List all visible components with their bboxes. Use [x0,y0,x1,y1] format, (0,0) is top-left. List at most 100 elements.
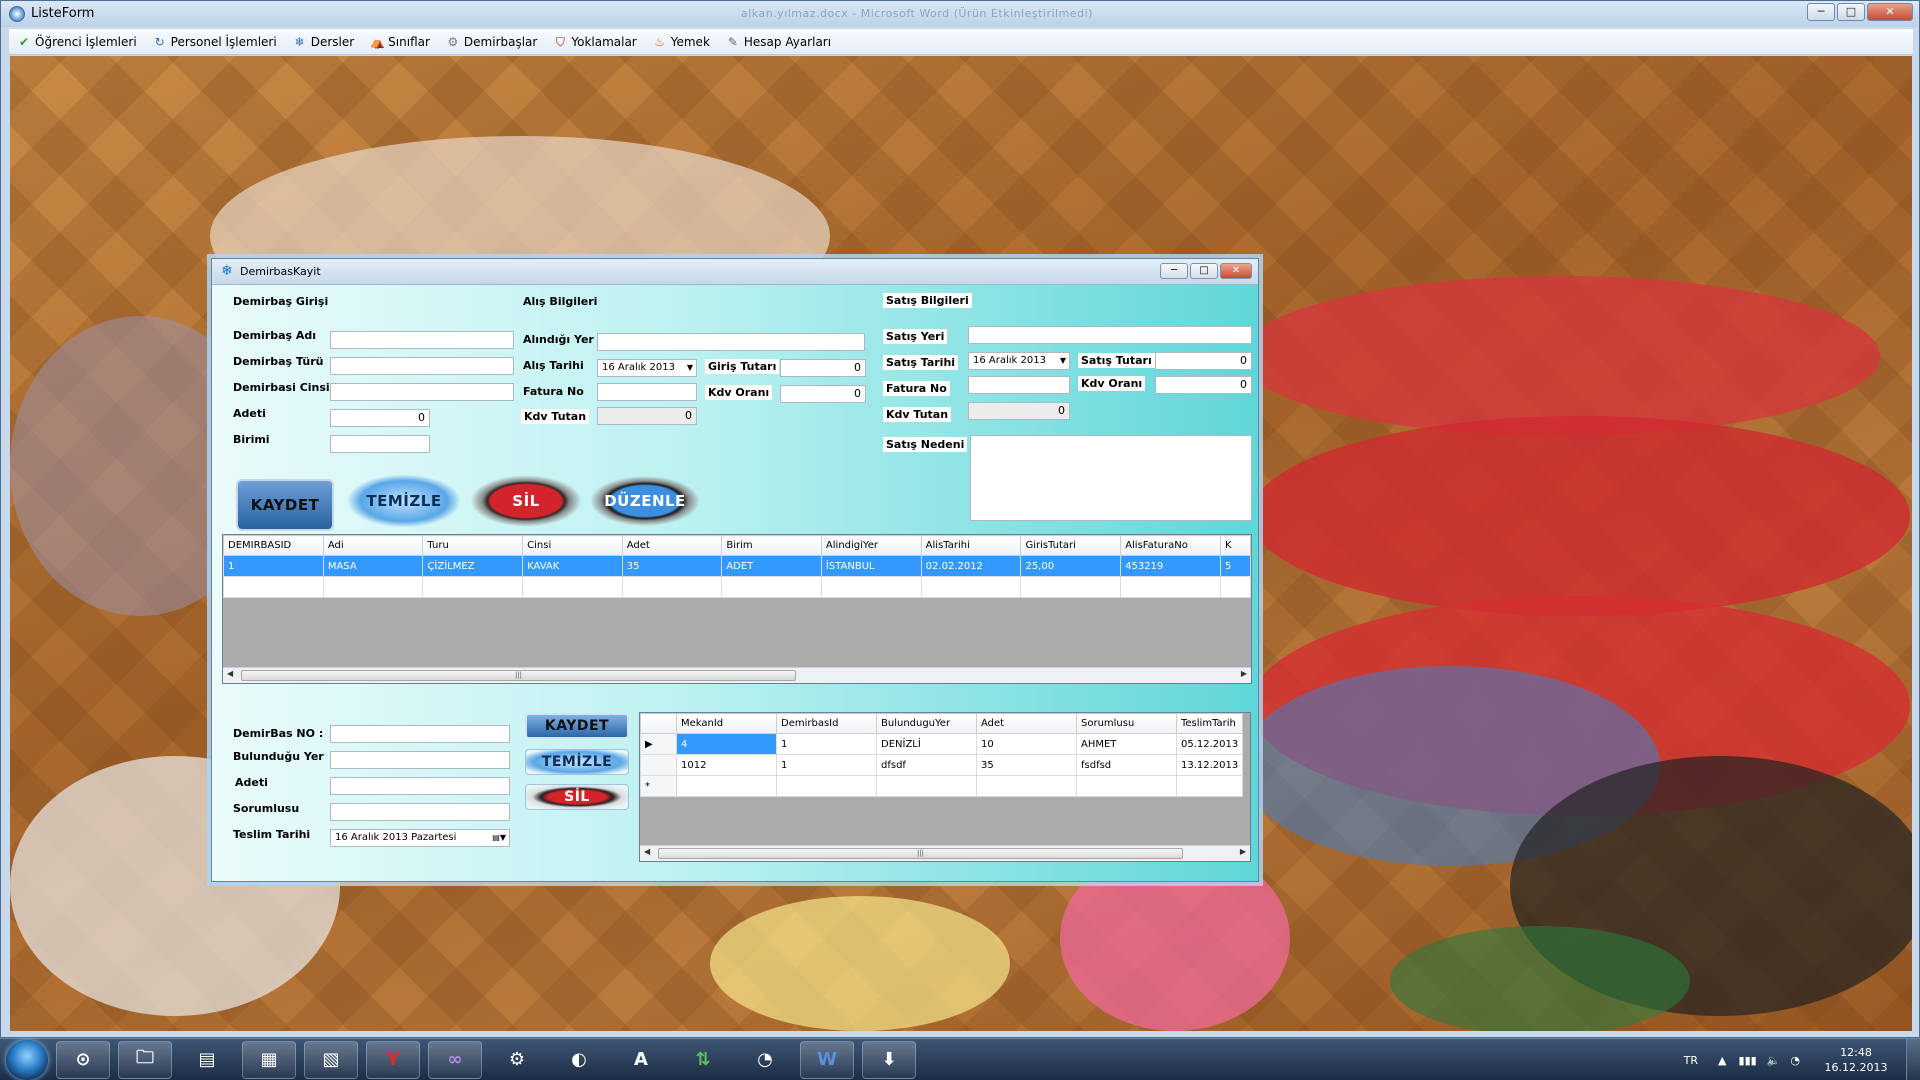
mekan-kaydet-button[interactable]: KAYDET [525,713,629,739]
table-cell[interactable] [676,775,777,797]
demirbas-grid[interactable]: DEMIRBASID Adi Turu Cinsi Adet Birim Ali… [222,534,1252,684]
circle-app-icon[interactable]: ◐ [552,1041,606,1079]
network-icon[interactable]: ▮▮▮ [1739,1054,1757,1067]
duzenle-button[interactable]: DÜZENLE [588,475,702,527]
row-indicator[interactable]: * [640,775,677,797]
column-header[interactable]: Adi [322,535,424,556]
row-indicator[interactable]: ▶ [640,733,677,755]
table-cell[interactable]: 453219 [1120,555,1221,577]
table-cell[interactable]: AHMET [1076,733,1177,755]
table-cell[interactable]: 1 [223,555,324,577]
scroll-thumb[interactable]: ||| [241,670,796,681]
table-row[interactable]: ▶ 4 1 DENİZLİ 10 AHMET 05.12.2013 [640,733,1244,755]
satis-tutari-field[interactable]: 0 [1155,352,1252,370]
sync-icon[interactable]: ⇅ [676,1041,730,1079]
scroll-left-icon[interactable]: ◀ [227,669,233,678]
table-cell[interactable]: ADET [721,555,822,577]
table-cell[interactable] [876,775,977,797]
satis-yeri-field[interactable] [968,326,1252,344]
table-cell[interactable]: 1 [776,733,877,755]
satis-nedeni-field[interactable] [970,435,1252,521]
column-header[interactable]: DemirbasId [776,713,877,734]
column-header[interactable]: Adet [976,713,1077,734]
refresh-app-icon[interactable]: ◔ [738,1041,792,1079]
demirbas-cinsi-field[interactable] [330,383,514,401]
mekan-grid[interactable]: MekanId DemirbasId BulunduguYer Adet Sor… [639,712,1251,862]
satis-kdv-orani-field[interactable]: 0 [1155,376,1252,394]
table-cell[interactable]: 25,00 [1020,555,1122,577]
sorumlusu-field[interactable] [330,803,510,821]
horizontal-scrollbar[interactable]: ◀ ||| ▶ [640,845,1250,861]
column-header[interactable]: AlisFaturaNo [1120,535,1221,556]
column-header[interactable]: AlindigiYer [820,535,922,556]
table-cell[interactable] [223,576,324,598]
table-cell[interactable]: 35 [621,555,723,577]
table-cell[interactable] [1220,576,1251,598]
row-indicator[interactable] [640,754,677,776]
child-close-button[interactable]: ✕ [1220,263,1252,279]
table-cell[interactable] [1076,775,1177,797]
minimize-button[interactable]: ─ [1807,3,1835,21]
adeti-field[interactable]: 0 [330,409,430,427]
alis-fatura-no-field[interactable] [597,383,697,401]
word-icon[interactable]: W [800,1040,854,1079]
table-cell[interactable] [1020,576,1122,598]
mekan-temizle-button[interactable]: TEMİZLE [525,749,629,775]
table-cell[interactable]: 10 [976,733,1077,755]
menu-yemek[interactable]: ♨ Yemek [653,35,710,49]
table-cell[interactable]: MASA [322,555,424,577]
column-header[interactable]: GirisTutari [1020,535,1122,556]
clock[interactable]: 12:48 16.12.2013 [1806,1045,1906,1075]
table-cell[interactable]: KAVAK [522,555,623,577]
birimi-field[interactable] [330,435,430,453]
show-desktop-button[interactable] [1906,1039,1920,1080]
table-cell[interactable] [522,576,623,598]
table-cell[interactable]: 5 [1220,555,1251,577]
column-header[interactable]: K [1220,535,1251,556]
table-cell[interactable]: İSTANBUL [820,555,922,577]
column-header[interactable]: BulunduguYer [876,713,977,734]
table-row[interactable] [223,576,1251,598]
volume-icon[interactable]: 🔈 [1767,1054,1781,1067]
demirbas-adi-field[interactable] [330,331,514,349]
menu-demirbaslar[interactable]: ⚙ Demirbaşlar [446,35,538,49]
media-icon[interactable]: ▦ [242,1040,296,1079]
scroll-left-icon[interactable]: ◀ [644,847,650,856]
maximize-button[interactable]: □ [1837,3,1865,21]
table-cell[interactable]: dfsdf [876,754,977,776]
table-cell[interactable] [422,576,524,598]
demirbas-no-field[interactable] [330,725,510,743]
table-cell[interactable] [1175,775,1244,797]
column-header[interactable]: TeslimTarih [1175,713,1244,734]
table-cell[interactable]: DENİZLİ [876,733,977,755]
table-cell[interactable] [1120,576,1221,598]
kaydet-button[interactable]: KAYDET [236,479,334,531]
demirbas-turu-field[interactable] [330,357,514,375]
satis-fatura-no-field[interactable] [968,376,1070,394]
close-button[interactable]: ✕ [1867,3,1913,21]
scroll-right-icon[interactable]: ▶ [1240,847,1246,856]
mekan-sil-button[interactable]: SİL [525,784,629,810]
scroll-right-icon[interactable]: ▶ [1241,669,1247,678]
download-icon[interactable]: ⬇ [862,1040,916,1079]
table-cell[interactable]: 35 [976,754,1077,776]
menu-personel-islemleri[interactable]: ↻ Personel İşlemleri [153,35,277,49]
menu-dersler[interactable]: ❄ Dersler [293,35,355,49]
table-cell[interactable]: 4 [676,733,777,755]
tray-expand-icon[interactable]: ▲ [1718,1054,1726,1067]
menu-ogrenci-islemleri[interactable]: ✔ Öğrenci İşlemleri [17,35,137,49]
column-header[interactable]: MekanId [676,713,777,734]
chrome-icon[interactable]: ⊙ [56,1040,110,1079]
satis-tarihi-picker[interactable]: 16 Aralık 2013 ▼ [968,352,1070,370]
column-header[interactable]: Adet [621,535,723,556]
menu-yoklamalar[interactable]: ⛉ Yoklamalar [553,35,637,49]
table-cell[interactable] [820,576,922,598]
table-cell[interactable]: 13.12.2013 [1175,754,1244,776]
menu-siniflar[interactable]: ⛺ Sınıflar [370,35,430,49]
column-header[interactable]: AlisTarihi [920,535,1022,556]
column-header[interactable]: Sorumlusu [1076,713,1177,734]
child-maximize-button[interactable]: □ [1190,263,1218,279]
table-cell[interactable]: 05.12.2013 [1175,733,1244,755]
books-icon[interactable]: ▤ [180,1041,234,1079]
giris-tutari-field[interactable]: 0 [780,359,866,377]
